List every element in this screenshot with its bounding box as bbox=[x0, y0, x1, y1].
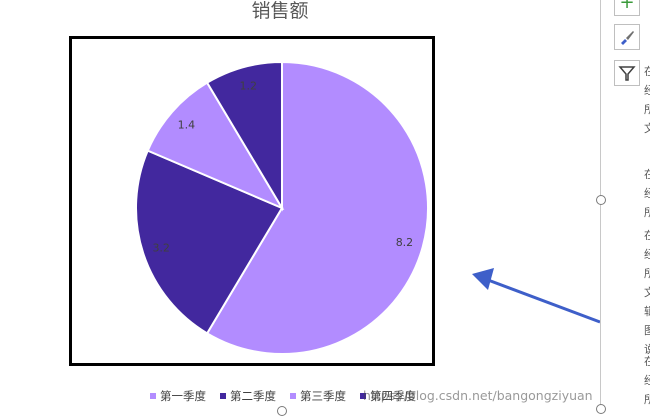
resize-handle[interactable] bbox=[596, 195, 606, 205]
annotation-arrow-icon bbox=[472, 268, 601, 324]
side-panel-text: 在 经 所 bbox=[644, 168, 650, 219]
chart-styles-button[interactable] bbox=[614, 24, 640, 50]
selection-border bbox=[600, 0, 601, 412]
side-panel-text: 在 经 所 文 bbox=[644, 65, 650, 135]
filter-icon bbox=[618, 66, 636, 81]
brush-icon bbox=[621, 31, 634, 45]
side-panel-text: 在 经 所 bbox=[644, 355, 650, 406]
chart-elements-button[interactable]: + bbox=[614, 0, 640, 16]
plus-icon: + bbox=[619, 0, 635, 13]
resize-handle[interactable] bbox=[596, 404, 606, 414]
resize-handle[interactable] bbox=[277, 406, 287, 416]
side-panel-text: 在 经 所 文 辑 图 说 bbox=[644, 229, 650, 356]
chart-filters-button[interactable] bbox=[614, 60, 640, 86]
